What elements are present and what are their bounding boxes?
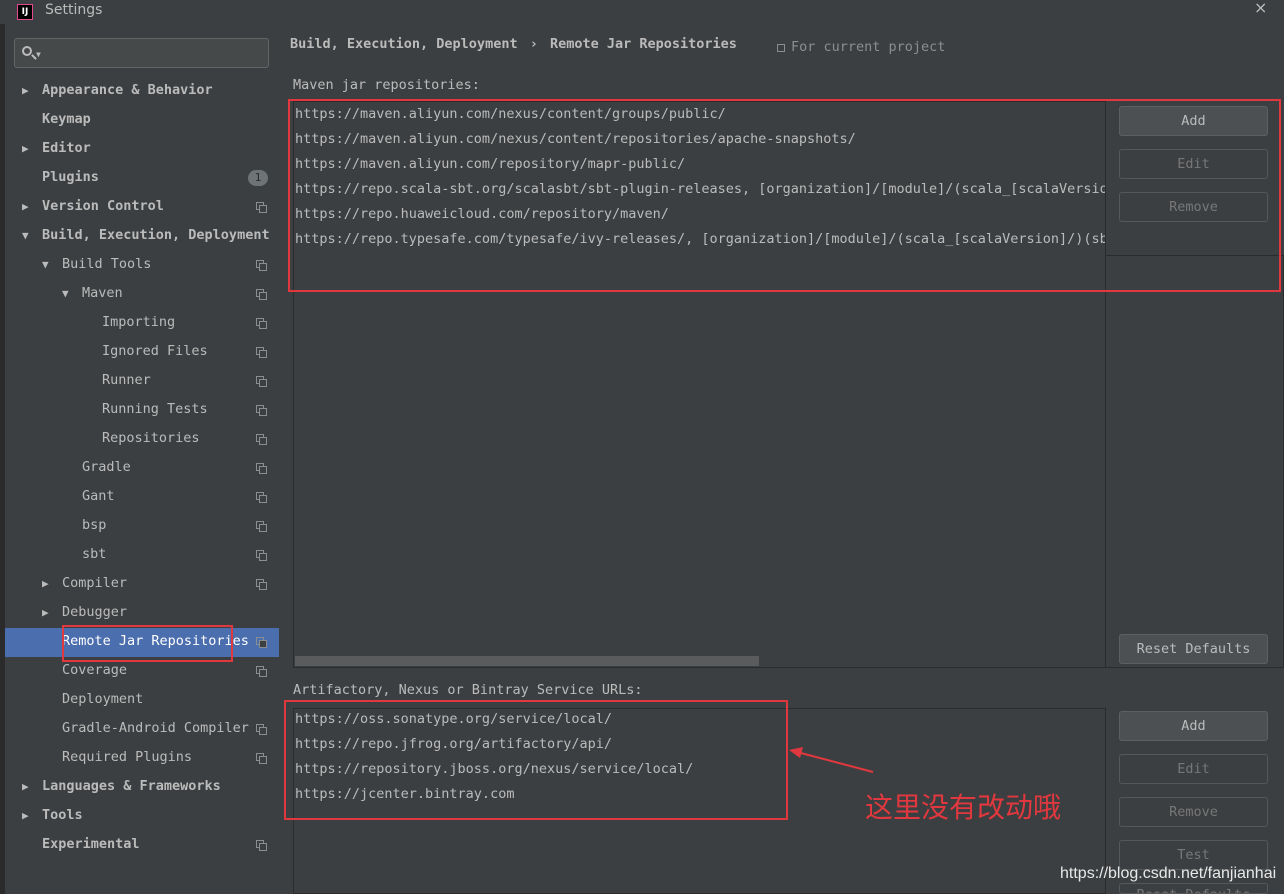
project-scope-icon bbox=[256, 666, 267, 677]
project-scope-icon bbox=[777, 44, 785, 52]
service-urls-label: Artifactory, Nexus or Bintray Service UR… bbox=[293, 682, 643, 698]
horizontal-scrollbar[interactable] bbox=[295, 656, 759, 666]
breadcrumb-parent[interactable]: Build, Execution, Deployment bbox=[290, 36, 518, 52]
plugins-update-badge: 1 bbox=[248, 170, 268, 186]
sidebar-item-editor[interactable]: Editor bbox=[42, 134, 91, 163]
sidebar-item-maven[interactable]: Maven bbox=[82, 279, 123, 308]
sidebar-item-debugger[interactable]: Debugger bbox=[62, 598, 127, 627]
window-title: Settings bbox=[45, 2, 103, 18]
project-scope-icon bbox=[256, 521, 267, 532]
breadcrumb: Build, Execution, Deployment › Remote Ja… bbox=[290, 36, 737, 52]
sidebar-item-runner[interactable]: Runner bbox=[102, 366, 151, 395]
project-scope-icon bbox=[256, 434, 267, 445]
sidebar-item-keymap[interactable]: Keymap bbox=[42, 105, 91, 134]
expanded-chevron-icon[interactable]: ▼ bbox=[22, 229, 29, 242]
service-add-button[interactable]: Add bbox=[1119, 711, 1268, 741]
collapsed-chevron-icon[interactable]: ▶ bbox=[22, 200, 29, 213]
sidebar-item-compiler[interactable]: Compiler bbox=[62, 569, 127, 598]
project-scope-icon bbox=[256, 724, 267, 735]
scope-label: For current project bbox=[791, 39, 946, 55]
sidebar-item-version-control[interactable]: Version Control bbox=[42, 192, 164, 221]
sidebar-item-languages-frameworks[interactable]: Languages & Frameworks bbox=[42, 772, 221, 801]
watermark-text: https://blog.csdn.net/fanjianhai bbox=[1060, 865, 1277, 882]
sidebar-item-ignored-files[interactable]: Ignored Files bbox=[102, 337, 208, 366]
collapsed-chevron-icon[interactable]: ▶ bbox=[22, 84, 29, 97]
collapsed-chevron-icon[interactable]: ▶ bbox=[22, 780, 29, 793]
project-scope-icon bbox=[256, 289, 267, 300]
collapsed-chevron-icon[interactable]: ▶ bbox=[42, 606, 49, 619]
project-scope-icon bbox=[256, 492, 267, 503]
annotation-sidebar-box bbox=[62, 625, 233, 662]
service-remove-button[interactable]: Remove bbox=[1119, 797, 1268, 827]
project-scope-icon bbox=[256, 579, 267, 590]
annotation-text: 这里没有改动哦 bbox=[865, 791, 1062, 824]
annotation-services-box bbox=[284, 700, 788, 820]
service-reset-defaults-button[interactable]: Reset Defaults bbox=[1119, 883, 1268, 894]
search-options-chevron-icon[interactable]: ▼ bbox=[36, 50, 41, 59]
close-icon[interactable]: × bbox=[1254, 0, 1267, 17]
sidebar-item-importing[interactable]: Importing bbox=[102, 308, 175, 337]
maven-repos-label: Maven jar repositories: bbox=[293, 77, 480, 93]
project-scope-icon bbox=[256, 463, 267, 474]
breadcrumb-separator: › bbox=[529, 36, 538, 52]
expanded-chevron-icon[interactable]: ▼ bbox=[42, 258, 49, 271]
project-scope-icon bbox=[256, 550, 267, 561]
project-scope-icon bbox=[256, 753, 267, 764]
sidebar-item-appearance-behavior[interactable]: Appearance & Behavior bbox=[42, 76, 213, 105]
maven-list-overflow bbox=[1106, 255, 1284, 668]
expanded-chevron-icon[interactable]: ▼ bbox=[62, 287, 69, 300]
sidebar-item-gradle-android-compiler[interactable]: Gradle-Android Compiler bbox=[62, 714, 249, 743]
sidebar-item-gant[interactable]: Gant bbox=[82, 482, 115, 511]
sidebar-item-repositories[interactable]: Repositories bbox=[102, 424, 200, 453]
project-scope-icon bbox=[256, 405, 267, 416]
sidebar-item-running-tests[interactable]: Running Tests bbox=[102, 395, 208, 424]
sidebar-item-required-plugins[interactable]: Required Plugins bbox=[62, 743, 192, 772]
sidebar-item-build-tools[interactable]: Build Tools bbox=[62, 250, 151, 279]
sidebar-item-gradle[interactable]: Gradle bbox=[82, 453, 131, 482]
search-input[interactable] bbox=[14, 38, 269, 68]
project-scope-icon bbox=[256, 376, 267, 387]
project-scope-icon bbox=[256, 260, 267, 271]
collapsed-chevron-icon[interactable]: ▶ bbox=[22, 809, 29, 822]
maven-reset-defaults-button[interactable]: Reset Defaults bbox=[1119, 634, 1268, 664]
annotation-arrow bbox=[789, 747, 874, 773]
annotation-maven-box bbox=[288, 99, 1281, 292]
project-scope-icon bbox=[256, 840, 267, 851]
sidebar-item-deployment[interactable]: Deployment bbox=[62, 685, 143, 714]
breadcrumb-current: Remote Jar Repositories bbox=[550, 36, 737, 52]
sidebar-item-experimental[interactable]: Experimental bbox=[42, 830, 140, 859]
project-scope-icon bbox=[256, 347, 267, 358]
collapsed-chevron-icon[interactable]: ▶ bbox=[22, 142, 29, 155]
sidebar-item-tools[interactable]: Tools bbox=[42, 801, 83, 830]
title-bar bbox=[0, 0, 1284, 24]
service-edit-button[interactable]: Edit bbox=[1119, 754, 1268, 784]
collapsed-chevron-icon[interactable]: ▶ bbox=[42, 577, 49, 590]
project-scope-icon bbox=[256, 318, 267, 329]
project-scope-icon bbox=[256, 637, 267, 648]
project-scope-icon bbox=[256, 202, 267, 213]
app-icon: IJ bbox=[17, 4, 33, 20]
sidebar-item-build-execution-deployment[interactable]: Build, Execution, Deployment bbox=[42, 221, 270, 250]
sidebar-item-bsp[interactable]: bsp bbox=[82, 511, 106, 540]
sidebar-item-plugins[interactable]: Plugins bbox=[42, 163, 99, 192]
sidebar-item-sbt[interactable]: sbt bbox=[82, 540, 106, 569]
